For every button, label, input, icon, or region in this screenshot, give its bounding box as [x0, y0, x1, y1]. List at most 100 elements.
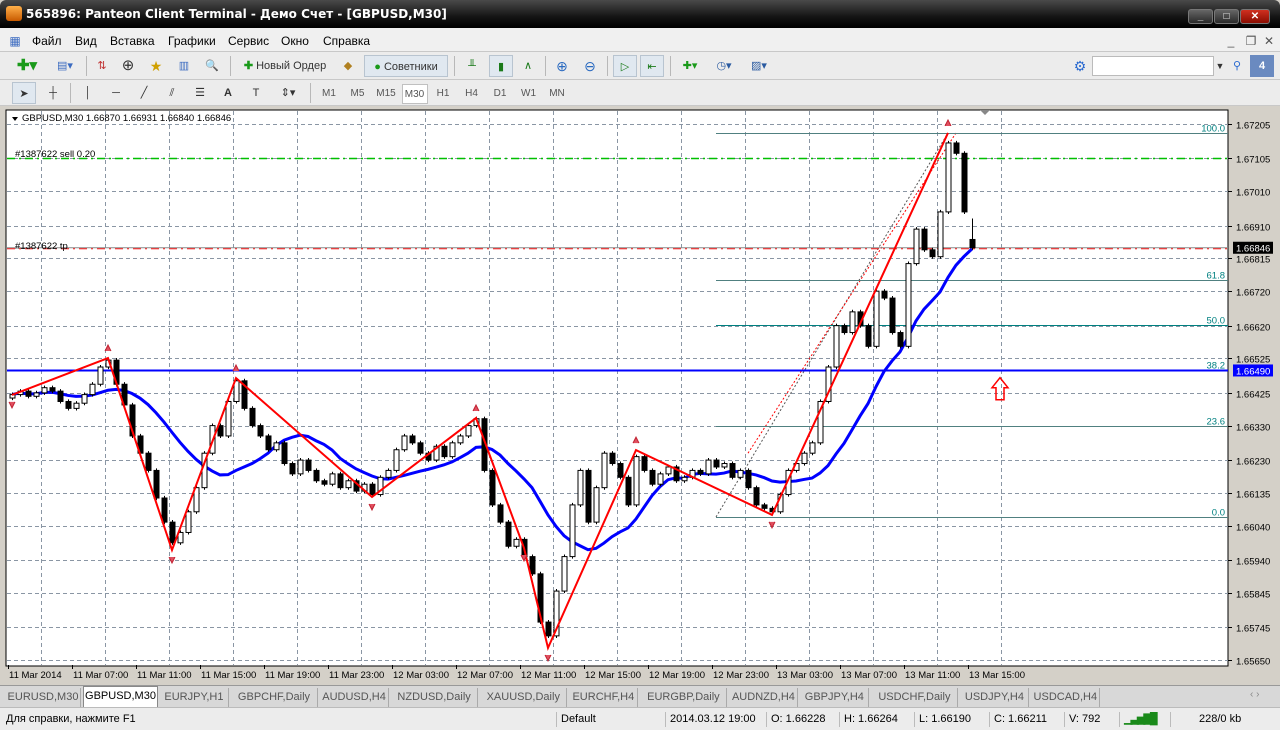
menu-file[interactable]: Файл	[32, 34, 62, 48]
bid-price-flag-label: 1.66846	[1236, 244, 1270, 255]
mdi-close-icon[interactable]: ✕	[1260, 33, 1278, 49]
bull-candle	[33, 392, 40, 397]
chart-tab[interactable]: XAUUSD,Daily	[480, 688, 568, 707]
close-button[interactable]: ✕	[1240, 9, 1270, 24]
vertical-line-icon[interactable]: │	[78, 82, 98, 104]
metaeditor-icon[interactable]: ◆	[338, 55, 358, 77]
timeframe-h4[interactable]: H4	[459, 84, 485, 104]
maximize-button[interactable]: □	[1214, 9, 1239, 24]
bull-candle	[633, 456, 640, 506]
chart-tab[interactable]: USDCHF,Daily	[871, 688, 959, 707]
search-icon[interactable]: ⚲	[1228, 55, 1246, 77]
chart-shift-icon[interactable]: ⇤	[640, 55, 664, 77]
new-order-button[interactable]: ✚ Новый Ордер	[236, 55, 334, 77]
timeframe-m5[interactable]: M5	[345, 84, 371, 104]
crosshair-icon[interactable]: ┼	[42, 82, 64, 104]
bear-candle	[953, 142, 960, 154]
take-profit-label: #1387622 tp	[15, 241, 68, 252]
window-title: 565896: Panteon Client Terminal - Демо С…	[26, 7, 447, 21]
price-label: 1.65650	[1236, 657, 1270, 668]
line-chart-icon[interactable]: ∧	[518, 55, 538, 77]
bear-candle	[761, 504, 768, 509]
chart-tab[interactable]: USDCAD,H4	[1031, 688, 1101, 707]
chart-tab[interactable]: EURUSD,M30	[6, 688, 81, 707]
search-input[interactable]	[1092, 56, 1214, 76]
navigator-icon[interactable]: ★	[146, 55, 166, 77]
candlestick-chart-icon[interactable]: ▮	[489, 55, 513, 77]
market-watch-icon[interactable]: ⇅	[92, 55, 112, 77]
timeframe-mn[interactable]: MN	[544, 84, 570, 104]
periods-icon[interactable]: ◷▾	[710, 55, 738, 77]
status-bar: Для справки, нажмите F1 Default 2014.03.…	[0, 707, 1280, 730]
auto-scroll-icon[interactable]: ▷	[613, 55, 637, 77]
chat-messages-icon[interactable]: 4	[1250, 55, 1274, 77]
new-chart-icon[interactable]: ✚▾	[12, 55, 42, 77]
bear-candle	[641, 456, 648, 471]
chart-tab[interactable]: GBPUSD,M30	[83, 686, 158, 708]
time-label: 11 Mar 19:00	[265, 670, 320, 681]
arrows-icon[interactable]: ⇕▾	[274, 82, 302, 104]
chart-tabs: EURUSD,M30 GBPUSD,M30 EURJPY,H1 GBPCHF,Dail…	[0, 685, 1280, 708]
connection-status-icon[interactable]: ▁▃▅▇█	[1119, 712, 1169, 727]
chart-tab[interactable]: USDJPY,H4	[961, 688, 1030, 707]
cursor-icon[interactable]: ➤	[12, 82, 36, 104]
chart-tab[interactable]: EURCHF,H4	[569, 688, 639, 707]
fibonacci-icon[interactable]: ☰	[190, 82, 210, 104]
price-chart[interactable]: 100.0 61.8 50.0 38.2 23.6 0.0 GBPUSD,M30 1.668…	[0, 106, 1280, 686]
fibonacci-level-label: 23.6	[1207, 417, 1226, 428]
indicators-icon[interactable]: ✚▾	[676, 55, 704, 77]
search-dropdown-icon[interactable]: ▼	[1214, 55, 1226, 77]
experts-button[interactable]: ● Советники	[364, 55, 448, 77]
status-low: L: 1.66190	[914, 712, 988, 727]
strategy-tester-icon[interactable]: 🔍	[202, 55, 222, 77]
menu-view[interactable]: Вид	[75, 34, 97, 48]
bear-candle	[961, 152, 968, 213]
bear-candle	[865, 325, 872, 347]
bull-candle	[73, 402, 80, 409]
bar-chart-icon[interactable]: ╨	[462, 55, 482, 77]
data-window-crosshair-icon[interactable]: ⊕	[118, 55, 138, 77]
profiles-icon[interactable]: ▤▾	[50, 55, 80, 77]
chart-tab[interactable]: NZDUSD,Daily	[391, 688, 479, 707]
minimize-button[interactable]: _	[1188, 9, 1213, 24]
chart-tab[interactable]: EURGBP,Daily	[640, 688, 728, 707]
price-label: 1.66330	[1236, 423, 1270, 434]
menu-insert[interactable]: Вставка	[110, 34, 155, 48]
bear-candle	[161, 497, 168, 523]
menu-tools[interactable]: Сервис	[228, 34, 269, 48]
timeframe-m15[interactable]: M15	[373, 84, 399, 104]
tab-scroll-arrows-icon[interactable]: ‹ ›	[1250, 689, 1259, 700]
timeframe-d1[interactable]: D1	[487, 84, 513, 104]
timeframe-h1[interactable]: H1	[430, 84, 456, 104]
bull-candle	[97, 366, 104, 385]
chart-tab[interactable]: EURJPY,H1	[160, 688, 229, 707]
equidistant-channel-icon[interactable]: ⫽	[162, 82, 182, 104]
menu-charts[interactable]: Графики	[168, 34, 216, 48]
timeframe-m1[interactable]: M1	[316, 84, 342, 104]
trendline-icon[interactable]: ╱	[134, 82, 154, 104]
text-icon[interactable]: A	[218, 82, 238, 104]
chart-tab[interactable]: GBPCHF,Daily	[231, 688, 319, 707]
chart-tab[interactable]: AUDNZD,H4	[730, 688, 799, 707]
bull-candle	[89, 383, 96, 396]
time-label: 12 Mar 11:00	[521, 670, 576, 681]
terminal-icon[interactable]: ▥	[174, 55, 194, 77]
timeframe-m30[interactable]: M30	[401, 84, 428, 104]
bear-candle	[921, 228, 928, 251]
chart-tab[interactable]: AUDUSD,H4	[320, 688, 389, 707]
mdi-minimize-icon[interactable]: _	[1222, 33, 1240, 49]
mdi-restore-icon[interactable]: ❐	[1242, 33, 1260, 49]
chart-tab[interactable]: GBPJPY,H4	[800, 688, 870, 707]
chart-window[interactable]: 100.0 61.8 50.0 38.2 23.6 0.0 GBPUSD,M30 1.668…	[0, 106, 1280, 686]
zoom-out-icon[interactable]: ⊖	[580, 55, 600, 77]
timeframe-w1[interactable]: W1	[516, 84, 542, 104]
settings-gear-icon[interactable]: ⚙	[1070, 55, 1090, 77]
menu-help[interactable]: Справка	[323, 34, 370, 48]
menu-window[interactable]: Окно	[281, 34, 309, 48]
templates-icon[interactable]: ▨▾	[744, 55, 774, 77]
zoom-in-icon[interactable]: ⊕	[552, 55, 572, 77]
title-bar: 565896: Panteon Client Terminal - Демо С…	[0, 0, 1280, 28]
horizontal-line-icon[interactable]: ─	[106, 82, 126, 104]
text-label-icon[interactable]: T	[246, 82, 266, 104]
bull-candle	[393, 449, 400, 471]
